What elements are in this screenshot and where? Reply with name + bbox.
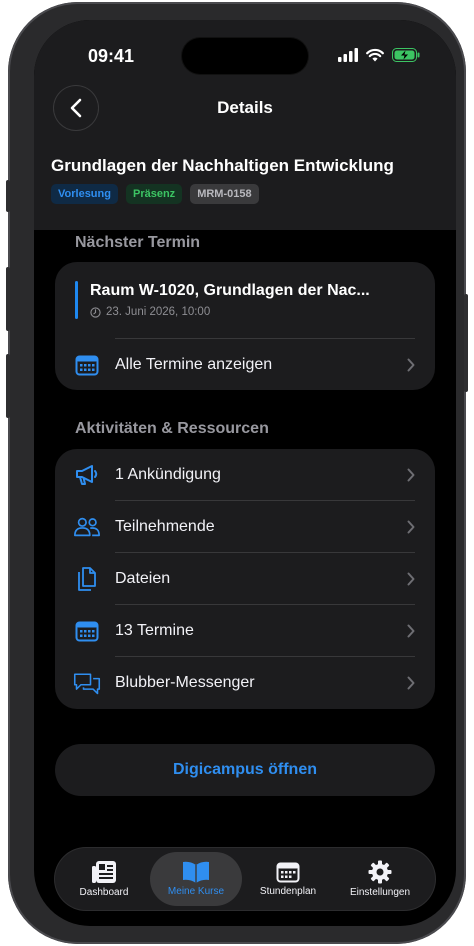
tab-label: Einstellungen <box>349 887 411 898</box>
book-icon <box>183 861 209 883</box>
all-appointments-row[interactable]: Alle Termine anzeigen <box>55 339 435 391</box>
tab-label: Meine Kurse <box>167 886 225 897</box>
megaphone-icon <box>73 461 101 489</box>
dashboard-icon <box>92 861 116 883</box>
badge-mode: Präsenz <box>125 184 183 204</box>
activity-label: Blubber-Messenger <box>115 674 255 691</box>
activity-label: 13 Termine <box>115 622 194 639</box>
tab-timetable[interactable]: Stundenplan <box>242 852 334 906</box>
battery-charging-icon <box>392 48 420 62</box>
chevron-right-icon <box>407 468 415 482</box>
status-icons <box>338 48 420 62</box>
tab-label: Stundenplan <box>259 886 317 897</box>
tab-my-courses[interactable]: Meine Kurse <box>150 852 242 906</box>
appointment-date: 23. Juni 2026, 10:00 <box>90 306 210 318</box>
badge-code: MRM-0158 <box>190 184 259 204</box>
page-title: Details <box>217 98 273 117</box>
screen: 09:41 Details Grundlagen der Nachhaltige… <box>34 20 456 926</box>
documents-icon <box>73 565 101 593</box>
status-time: 09:41 <box>88 46 135 66</box>
clock-icon <box>90 306 101 318</box>
volume-up-button <box>6 267 10 331</box>
chevron-right-icon <box>407 676 415 690</box>
activities-card: 1 Ankündigung Teilnehmende Dateien 13 Te… <box>55 449 435 709</box>
chevron-right-icon <box>407 624 415 638</box>
dynamic-island <box>182 38 308 74</box>
appointment-title[interactable]: Raum W-1020, Grundlagen der Nac... <box>90 282 370 300</box>
next-appointment-card: Raum W-1020, Grundlagen der Nac... 23. J… <box>55 262 435 390</box>
people-icon <box>73 513 101 541</box>
section-header-activities: Aktivitäten & Ressourcen <box>75 420 269 437</box>
chevron-right-icon <box>407 358 415 372</box>
tab-settings[interactable]: Einstellungen <box>334 852 426 906</box>
tab-label: Dashboard <box>79 887 129 898</box>
tab-dashboard[interactable]: Dashboard <box>58 852 150 906</box>
gear-icon <box>368 860 392 884</box>
course-badges: Vorlesung Präsenz MRM-0158 <box>51 184 259 204</box>
open-digicampus-button[interactable]: Digicampus öffnen <box>55 744 435 796</box>
section-header-next-appointment: Nächster Termin <box>75 234 201 251</box>
badge-type: Vorlesung <box>51 184 118 204</box>
activity-label: Teilnehmende <box>115 518 215 535</box>
appointment-accent-bar <box>75 281 78 319</box>
activity-row-messenger[interactable]: Blubber-Messenger <box>55 657 435 709</box>
course-title: Grundlagen der Nachhaltigen Entwicklung <box>51 156 394 175</box>
chevron-right-icon <box>407 520 415 534</box>
activity-label: 1 Ankündigung <box>115 466 221 483</box>
tab-bar: Dashboard Meine Kurse Stundenplan Einste… <box>55 848 435 910</box>
power-button <box>464 294 468 392</box>
wifi-icon <box>366 48 384 62</box>
all-appointments-label: Alle Termine anzeigen <box>115 356 273 373</box>
appointment-date-text: 23. Juni 2026, 10:00 <box>106 306 211 318</box>
signal-icon <box>338 48 358 62</box>
chat-bubbles-icon <box>73 669 101 697</box>
phone-frame: 09:41 Details Grundlagen der Nachhaltige… <box>6 2 468 944</box>
activity-label: Dateien <box>115 570 171 587</box>
calendar-icon <box>73 351 101 379</box>
activity-row-appointments[interactable]: 13 Termine <box>55 605 435 657</box>
volume-down-button <box>6 354 10 418</box>
activity-row-announcements[interactable]: 1 Ankündigung <box>55 449 435 501</box>
chevron-right-icon <box>407 572 415 586</box>
activity-row-participants[interactable]: Teilnehmende <box>55 501 435 553</box>
calendar-icon <box>73 617 101 645</box>
action-button <box>6 180 10 212</box>
activity-row-files[interactable]: Dateien <box>55 553 435 605</box>
calendar-icon <box>276 862 300 883</box>
